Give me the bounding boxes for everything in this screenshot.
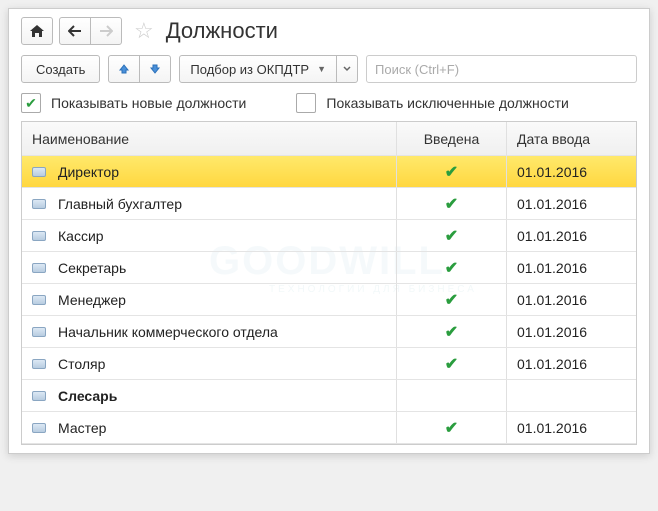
back-button[interactable] [59, 17, 91, 45]
cell-name: Секретарь [22, 252, 396, 283]
forward-button[interactable] [90, 17, 122, 45]
arrow-left-icon [68, 25, 82, 37]
pick-group: Подбор из ОКПДТР [179, 55, 358, 83]
cell-name-text: Секретарь [58, 260, 126, 276]
cell-name-text: Начальник коммерческого отдела [58, 324, 278, 340]
favorite-star-icon[interactable]: ☆ [134, 18, 154, 44]
cell-entered [396, 380, 506, 411]
cell-name-text: Главный бухгалтер [58, 196, 182, 212]
col-header-entered[interactable]: Введена [396, 122, 506, 155]
table-row[interactable]: Секретарь ✔ 01.01.2016 [22, 252, 636, 284]
item-icon [32, 167, 46, 177]
cell-name: Директор [22, 156, 396, 187]
move-group [108, 55, 171, 83]
cell-name-text: Слесарь [58, 388, 117, 404]
table-row[interactable]: Главный бухгалтер ✔ 01.01.2016 [22, 188, 636, 220]
table-row[interactable]: Менеджер ✔ 01.01.2016 [22, 284, 636, 316]
table-row[interactable]: Директор ✔ 01.01.2016 [22, 156, 636, 188]
cell-date: 01.01.2016 [506, 284, 636, 315]
arrow-right-icon [99, 25, 113, 37]
cell-name: Мастер [22, 412, 396, 443]
create-button[interactable]: Создать [21, 55, 100, 83]
positions-table: Наименование Введена Дата ввода Директор… [21, 121, 637, 445]
home-icon [29, 24, 45, 38]
home-button[interactable] [21, 17, 53, 45]
col-header-date[interactable]: Дата ввода [506, 122, 636, 155]
arrow-down-icon [149, 63, 161, 75]
cell-name-text: Менеджер [58, 292, 126, 308]
cell-entered: ✔ [396, 156, 506, 187]
item-icon [32, 359, 46, 369]
check-icon: ✔ [445, 226, 458, 246]
item-icon [32, 231, 46, 241]
item-icon [32, 199, 46, 209]
table-row[interactable]: Мастер ✔ 01.01.2016 [22, 412, 636, 444]
cell-name-text: Директор [58, 164, 119, 180]
toolbar: Создать Подбор из ОКПДТР [21, 55, 637, 83]
cell-name: Кассир [22, 220, 396, 251]
cell-date: 01.01.2016 [506, 220, 636, 251]
item-icon [32, 295, 46, 305]
cell-entered: ✔ [396, 188, 506, 219]
cell-name-text: Мастер [58, 420, 106, 436]
arrow-up-icon [118, 63, 130, 75]
table-row[interactable]: Столяр ✔ 01.01.2016 [22, 348, 636, 380]
check-icon: ✔ [445, 194, 458, 214]
cell-date [506, 380, 636, 411]
check-icon: ✔ [445, 322, 458, 342]
check-icon: ✔ [445, 290, 458, 310]
search-input[interactable] [366, 55, 637, 83]
page-title: Должности [166, 18, 278, 44]
move-up-button[interactable] [108, 55, 140, 83]
col-header-name[interactable]: Наименование [22, 122, 396, 155]
check-icon: ✔ [445, 258, 458, 278]
pick-okpdtr-dropdown[interactable] [336, 55, 358, 83]
nav-bar: ☆ Должности [21, 17, 637, 45]
cell-date: 01.01.2016 [506, 412, 636, 443]
table-row[interactable]: Кассир ✔ 01.01.2016 [22, 220, 636, 252]
label-show-excluded: Показывать исключенные должности [326, 95, 568, 111]
nav-back-forward [59, 17, 122, 45]
checkbox-show-excluded[interactable] [296, 93, 316, 113]
pick-okpdtr-button[interactable]: Подбор из ОКПДТР [179, 55, 337, 83]
check-icon: ✔ [445, 162, 458, 182]
item-icon [32, 391, 46, 401]
cell-name: Начальник коммерческого отдела [22, 316, 396, 347]
item-icon [32, 423, 46, 433]
table-row[interactable]: Начальник коммерческого отдела ✔ 01.01.201… [22, 316, 636, 348]
cell-entered: ✔ [396, 220, 506, 251]
cell-name: Слесарь [22, 380, 396, 411]
cell-entered: ✔ [396, 412, 506, 443]
window: ☆ Должности Создать Подбор из ОКПДТР ✔ П… [8, 8, 650, 454]
checkbox-show-new[interactable]: ✔ [21, 93, 41, 113]
cell-date: 01.01.2016 [506, 348, 636, 379]
cell-date: 01.01.2016 [506, 156, 636, 187]
item-icon [32, 327, 46, 337]
cell-entered: ✔ [396, 348, 506, 379]
check-icon: ✔ [445, 354, 458, 374]
cell-entered: ✔ [396, 284, 506, 315]
filter-bar: ✔ Показывать новые должности Показывать … [21, 93, 637, 113]
chevron-down-icon [343, 66, 351, 72]
cell-name: Столяр [22, 348, 396, 379]
cell-name-text: Столяр [58, 356, 105, 372]
cell-name: Менеджер [22, 284, 396, 315]
cell-entered: ✔ [396, 316, 506, 347]
cell-entered: ✔ [396, 252, 506, 283]
check-icon: ✔ [445, 418, 458, 438]
table-header: Наименование Введена Дата ввода [22, 122, 636, 156]
cell-date: 01.01.2016 [506, 316, 636, 347]
cell-date: 01.01.2016 [506, 252, 636, 283]
table-row[interactable]: Слесарь [22, 380, 636, 412]
cell-date: 01.01.2016 [506, 188, 636, 219]
item-icon [32, 263, 46, 273]
move-down-button[interactable] [139, 55, 171, 83]
cell-name: Главный бухгалтер [22, 188, 396, 219]
label-show-new: Показывать новые должности [51, 95, 246, 111]
cell-name-text: Кассир [58, 228, 104, 244]
